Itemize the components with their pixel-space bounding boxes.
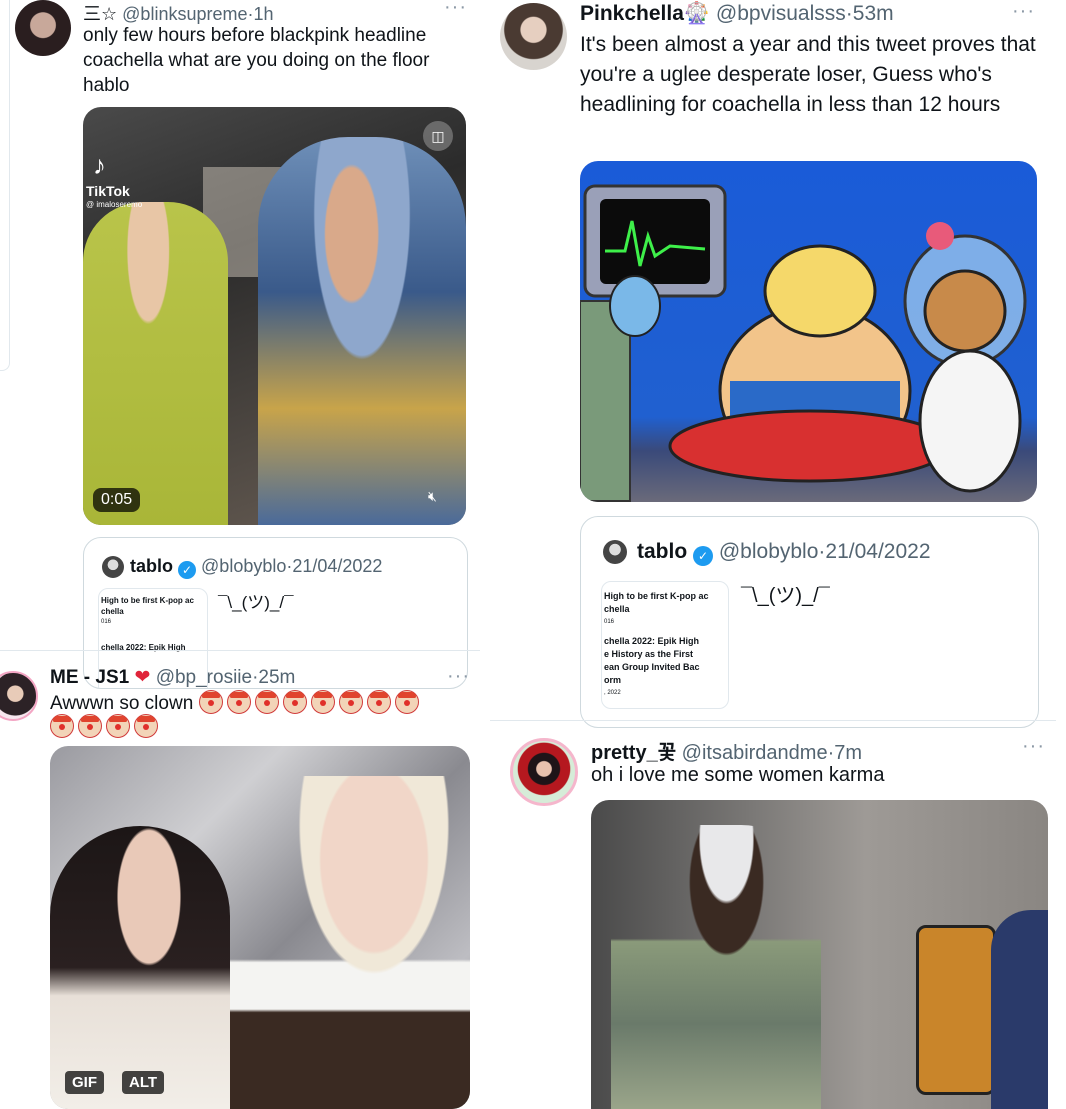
- thumb-line: chella: [101, 607, 124, 616]
- person-right-edge: [991, 910, 1048, 1109]
- tweet-card-3[interactable]: ME - JS1 ❤ @bp_rosiie·25m ··· Awwwn so c…: [0, 650, 480, 1109]
- clown-emoji-icon: [106, 714, 130, 738]
- more-dots-icon[interactable]: ···: [1012, 1, 1035, 21]
- person-right: [230, 776, 470, 1109]
- divider-line: [490, 720, 1056, 721]
- display-name[interactable]: pretty_꽃: [591, 742, 676, 764]
- thumb-line: chella 2022: Epik High: [604, 636, 700, 646]
- cartoon-svg: [580, 184, 1027, 502]
- person-left: [83, 202, 228, 525]
- clown-emoji-icon: [394, 690, 419, 714]
- verified-badge-icon: ✓: [178, 561, 197, 579]
- verified-badge-icon: ✓: [693, 546, 714, 566]
- tweet-header: ME - JS1 ❤ @bp_rosiie·25m: [50, 666, 295, 689]
- more-dots-icon[interactable]: ···: [444, 0, 467, 17]
- quote-display-name[interactable]: tablo: [637, 540, 687, 563]
- avatar[interactable]: [510, 738, 578, 806]
- clown-emoji-icon: [78, 714, 102, 738]
- display-name[interactable]: ME - JS1: [50, 667, 129, 688]
- quote-date[interactable]: 21/04/2022: [292, 556, 382, 576]
- person-right: [258, 137, 466, 525]
- more-dots-icon[interactable]: ···: [1022, 736, 1045, 756]
- timestamp[interactable]: 7m: [834, 742, 862, 764]
- ferris-wheel-icon: 🎡: [683, 2, 711, 25]
- tiktok-label: TikTok: [86, 183, 130, 199]
- more-dots-icon[interactable]: ···: [447, 666, 470, 686]
- clown-emoji-row-2: [50, 714, 162, 739]
- clown-emoji-icon: [226, 690, 251, 714]
- divider-line: [0, 650, 480, 651]
- thumb-line: High to be first K-pop ac: [101, 596, 194, 605]
- clown-emoji-icon: [254, 690, 279, 714]
- video-player[interactable]: ♪ TikTok @ imaloseremo ◫ 0:05 🔇︎: [83, 107, 466, 525]
- tweet-text: oh i love me some women karma: [591, 764, 885, 786]
- mute-icon[interactable]: 🔇︎: [428, 488, 437, 505]
- avatar[interactable]: [0, 671, 38, 721]
- phone-in-hand: [916, 925, 996, 1095]
- left-panel-edge: [0, 0, 10, 371]
- avatar[interactable]: [15, 0, 71, 56]
- quote-thumbnail[interactable]: High to be first K-pop ac chella 016 che…: [601, 581, 729, 709]
- display-name[interactable]: 三☆: [83, 4, 117, 24]
- video-media[interactable]: [591, 800, 1048, 1109]
- clown-emoji-icon: [366, 690, 391, 714]
- thumb-line: 016: [101, 619, 112, 625]
- tweet-text: Awwwn so clown: [50, 693, 194, 714]
- quote-handle[interactable]: @blobyblo: [201, 556, 286, 576]
- tiktok-username: @ imaloseremo: [86, 200, 143, 209]
- red-heart-icon: ❤: [134, 667, 151, 688]
- tweet-header: Pinkchella🎡 @bpvisualsss·53m: [580, 2, 894, 26]
- clown-emoji-icon: [134, 714, 158, 738]
- thumb-line: ean Group Invited Bac: [604, 662, 700, 672]
- timestamp[interactable]: 25m: [258, 667, 295, 688]
- quote-text: ¯\_(ツ)_/¯: [218, 593, 294, 612]
- sensitive-media-icon[interactable]: ◫: [423, 121, 453, 151]
- tweet-text: only few hours before blackpink headline…: [83, 25, 430, 96]
- quoted-tweet[interactable]: tablo ✓ @blobyblo·21/04/2022 High to be …: [580, 516, 1039, 728]
- gif-media[interactable]: GIF ALT: [50, 746, 470, 1109]
- quote-display-name[interactable]: tablo: [130, 556, 173, 576]
- timestamp[interactable]: 1h: [253, 4, 273, 24]
- tweet-card-4[interactable]: pretty_꽃 @itsabirdandme·7m ··· oh i love…: [490, 720, 1066, 1109]
- quote-handle[interactable]: @blobyblo: [719, 540, 819, 563]
- avatar[interactable]: [500, 3, 567, 70]
- clown-emoji-icon: [338, 690, 363, 714]
- tweet-card-2[interactable]: Pinkchella🎡 @bpvisualsss·53m ··· It's be…: [490, 0, 1066, 728]
- timestamp[interactable]: 53m: [853, 2, 894, 25]
- handle[interactable]: @itsabirdandme: [682, 742, 828, 764]
- quote-avatar[interactable]: [603, 540, 627, 564]
- thumb-line: chella: [604, 604, 630, 614]
- tweet-text-line-1: Awwwn so clown: [50, 690, 423, 715]
- alt-badge[interactable]: ALT: [122, 1071, 165, 1094]
- clown-emoji-icon: [50, 714, 74, 738]
- clown-emoji-icon: [310, 690, 335, 714]
- thumb-line: High to be first K-pop ac: [604, 591, 709, 601]
- tweet-card-1[interactable]: 三☆ @blinksupreme·1h ··· only few hours b…: [0, 0, 480, 689]
- tiktok-logo-icon: ♪: [93, 150, 106, 180]
- quote-text: ¯\_(ツ)_/¯: [741, 585, 830, 607]
- handle[interactable]: @bp_rosiie: [156, 667, 252, 688]
- quote-header: tablo ✓ @blobyblo·21/04/2022: [637, 540, 931, 566]
- separator-dot: ·: [845, 2, 853, 25]
- cartoon-image[interactable]: [580, 161, 1037, 502]
- tweet-text: It's been almost a year and this tweet p…: [580, 33, 1036, 116]
- gif-badge: GIF: [65, 1071, 104, 1094]
- thumb-line: e History as the First: [604, 649, 694, 659]
- clown-emoji-icon: [282, 690, 307, 714]
- clown-emoji-row-1: [198, 690, 423, 714]
- tweet-header: pretty_꽃 @itsabirdandme·7m: [591, 736, 862, 765]
- thumb-line: 016: [604, 619, 615, 625]
- person-center: [611, 825, 821, 1109]
- handle[interactable]: @blinksupreme: [122, 4, 247, 24]
- thumb-line: , 2022: [604, 690, 621, 696]
- quote-avatar[interactable]: [102, 556, 124, 578]
- quote-header: tablo ✓ @blobyblo·21/04/2022: [130, 556, 382, 579]
- thumb-line: orm: [604, 675, 622, 685]
- display-name[interactable]: Pinkchella: [580, 2, 684, 25]
- clown-emoji-icon: [198, 690, 223, 714]
- person-left: [50, 826, 230, 1109]
- quote-date[interactable]: 21/04/2022: [825, 540, 930, 563]
- video-duration: 0:05: [93, 488, 141, 512]
- handle[interactable]: @bpvisualsss: [716, 2, 846, 25]
